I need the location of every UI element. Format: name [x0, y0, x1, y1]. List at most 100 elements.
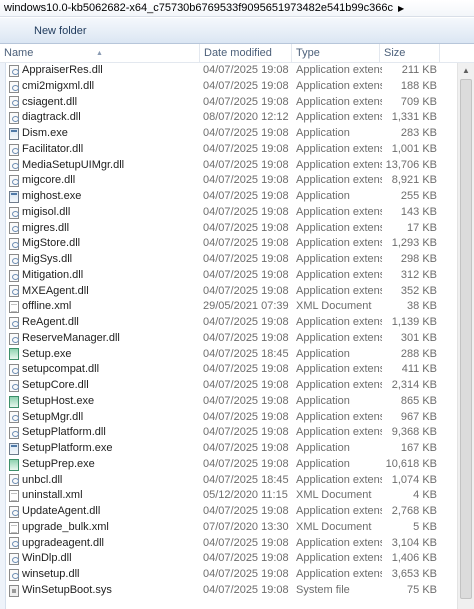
dll-icon [9, 96, 19, 109]
file-row[interactable]: WinSetupBoot.sys 04/07/2025 19:08 System f… [0, 583, 474, 599]
file-row[interactable]: mighost.exe 04/07/2025 19:08 Application 25… [0, 189, 474, 205]
scroll-up-icon[interactable]: ▲ [458, 63, 474, 78]
file-name-cell[interactable]: AppraiserRes.dll [6, 63, 196, 79]
file-name-cell[interactable]: upgrade_bulk.xml [6, 520, 196, 536]
file-row[interactable]: SetupPlatform.dll 04/07/2025 19:08 Applica… [0, 425, 474, 441]
dll-icon [9, 316, 19, 329]
file-row[interactable]: csiagent.dll 04/07/2025 19:08 Application … [0, 95, 474, 111]
file-name-cell[interactable]: SetupPrep.exe [6, 457, 196, 473]
breadcrumb-arrow-icon[interactable]: ▶ [398, 4, 404, 13]
file-row[interactable]: setupcompat.dll 04/07/2025 19:08 Applicati… [0, 362, 474, 378]
file-name-cell[interactable]: upgradeagent.dll [6, 536, 196, 552]
file-name-cell[interactable]: ReserveManager.dll [6, 331, 196, 347]
file-row[interactable]: unbcl.dll 04/07/2025 18:45 Application ext… [0, 473, 474, 489]
file-row[interactable]: SetupHost.exe 04/07/2025 19:08 Application… [0, 394, 474, 410]
file-name-cell[interactable]: Facilitator.dll [6, 142, 196, 158]
file-name-cell[interactable]: WinDlp.dll [6, 551, 196, 567]
file-name-cell[interactable]: winsetup.dll [6, 567, 196, 583]
new-folder-label: New folder [34, 24, 87, 37]
file-row[interactable]: ReAgent.dll 04/07/2025 19:08 Application e… [0, 315, 474, 331]
file-row[interactable]: ReserveManager.dll 04/07/2025 19:08 Applic… [0, 331, 474, 347]
vertical-scrollbar[interactable]: ▲ [457, 63, 474, 609]
file-size: 10,618 KB [385, 457, 437, 470]
file-name-cell[interactable]: Dism.exe [6, 126, 196, 142]
file-name-cell[interactable]: Mitigation.dll [6, 268, 196, 284]
file-row[interactable]: UpdateAgent.dll 04/07/2025 19:08 Applicati… [0, 504, 474, 520]
file-name-cell[interactable]: MediaSetupUIMgr.dll [6, 158, 196, 174]
file-row[interactable]: SetupPrep.exe 04/07/2025 19:08 Application… [0, 457, 474, 473]
file-type: Application extens... [296, 331, 382, 344]
file-row[interactable]: winsetup.dll 04/07/2025 19:08 Application … [0, 567, 474, 583]
file-name-cell[interactable]: migisol.dll [6, 205, 196, 221]
file-name-cell[interactable]: csiagent.dll [6, 95, 196, 111]
file-name-cell[interactable]: uninstall.xml [6, 488, 196, 504]
file-name-cell[interactable]: mighost.exe [6, 189, 196, 205]
file-row[interactable]: Facilitator.dll 04/07/2025 19:08 Applicati… [0, 142, 474, 158]
file-name-cell[interactable]: unbcl.dll [6, 473, 196, 489]
file-row[interactable]: MigSys.dll 04/07/2025 19:08 Application ex… [0, 252, 474, 268]
exe-icon [9, 127, 19, 140]
dll-icon [9, 206, 19, 219]
file-row[interactable]: MigStore.dll 04/07/2025 19:08 Application … [0, 236, 474, 252]
file-name-cell[interactable]: SetupCore.dll [6, 378, 196, 394]
file-name-cell[interactable]: ReAgent.dll [6, 315, 196, 331]
file-name-cell[interactable]: SetupPlatform.exe [6, 441, 196, 457]
file-row[interactable]: Dism.exe 04/07/2025 19:08 Application 283 K… [0, 126, 474, 142]
file-date: 04/07/2025 19:08 [203, 221, 289, 234]
file-size: 2,314 KB [391, 379, 437, 391]
file-row[interactable]: WinDlp.dll 04/07/2025 19:08 Application ex… [0, 551, 474, 567]
file-row[interactable]: Mitigation.dll 04/07/2025 19:08 Applicatio… [0, 268, 474, 284]
file-list: AppraiserRes.dll 04/07/2025 19:08 Applicat… [0, 63, 474, 599]
file-date: 04/07/2025 19:08 [203, 568, 289, 580]
file-row[interactable]: MediaSetupUIMgr.dll 04/07/2025 19:08 Appli… [0, 158, 474, 174]
file-name-cell[interactable]: MXEAgent.dll [6, 284, 196, 300]
scroll-thumb[interactable] [460, 79, 472, 599]
column-date-header[interactable]: Date modified [200, 44, 292, 63]
file-date: 04/07/2025 19:08 [203, 284, 289, 297]
file-name-cell[interactable]: SetupHost.exe [6, 394, 196, 410]
file-name: SetupCore.dll [22, 379, 89, 391]
file-name-cell[interactable]: WinSetupBoot.sys [6, 583, 196, 599]
column-type-header[interactable]: Type [292, 44, 380, 63]
file-row[interactable]: SetupPlatform.exe 04/07/2025 19:08 Applica… [0, 441, 474, 457]
file-row[interactable]: cmi2migxml.dll 04/07/2025 19:08 Applicatio… [0, 79, 474, 95]
new-folder-button[interactable]: New folder [2, 20, 93, 42]
file-row[interactable]: diagtrack.dll 08/07/2020 12:12 Application… [0, 110, 474, 126]
file-row[interactable]: upgradeagent.dll 04/07/2025 19:08 Applicat… [0, 536, 474, 552]
file-row[interactable]: migisol.dll 04/07/2025 19:08 Application e… [0, 205, 474, 221]
file-name-cell[interactable]: SetupPlatform.dll [6, 425, 196, 441]
file-name-cell[interactable]: migres.dll [6, 221, 196, 237]
file-row[interactable]: SetupCore.dll 04/07/2025 19:08 Application… [0, 378, 474, 394]
file-size: 143 KB [400, 205, 437, 218]
file-name-cell[interactable]: migcore.dll [6, 173, 196, 189]
file-name-cell[interactable]: MigStore.dll [6, 236, 196, 252]
file-name-cell[interactable]: cmi2migxml.dll [6, 79, 196, 95]
file-name-cell[interactable]: diagtrack.dll [6, 110, 196, 126]
column-name-header[interactable]: Name ▲ [0, 44, 200, 63]
file-name-cell[interactable]: offline.xml [6, 299, 196, 315]
column-size-header[interactable]: Size [380, 44, 440, 63]
file-row[interactable]: migcore.dll 04/07/2025 19:08 Application e… [0, 173, 474, 189]
file-name-cell[interactable]: Setup.exe [6, 347, 196, 363]
file-row[interactable]: MXEAgent.dll 04/07/2025 19:08 Application … [0, 284, 474, 300]
file-type: Application extens... [296, 473, 382, 486]
file-type: Application extens... [296, 253, 382, 265]
file-name-cell[interactable]: setupcompat.dll [6, 362, 196, 378]
address-bar[interactable]: windows10.0-kb5062682-x64_c75730b6769533… [0, 0, 474, 17]
file-row[interactable]: migres.dll 04/07/2025 19:08 Application ex… [0, 221, 474, 237]
file-name-cell[interactable]: SetupMgr.dll [6, 410, 196, 426]
file-row[interactable]: SetupMgr.dll 04/07/2025 19:08 Application … [0, 410, 474, 426]
file-row[interactable]: offline.xml 29/05/2021 07:39 XML Document 3… [0, 299, 474, 315]
address-path[interactable]: windows10.0-kb5062682-x64_c75730b6769533… [4, 2, 393, 14]
file-size: 1,001 KB [391, 142, 437, 155]
file-row[interactable]: Setup.exe 04/07/2025 18:45 Application 288 … [0, 347, 474, 363]
file-date: 04/07/2025 19:08 [203, 394, 289, 407]
file-row[interactable]: upgrade_bulk.xml 07/07/2020 13:30 XML Docu… [0, 520, 474, 536]
file-row[interactable]: uninstall.xml 05/12/2020 11:15 XML Documen… [0, 488, 474, 504]
file-name: uninstall.xml [22, 489, 83, 502]
file-name-cell[interactable]: UpdateAgent.dll [6, 504, 196, 520]
file-name: UpdateAgent.dll [22, 505, 101, 517]
file-row[interactable]: AppraiserRes.dll 04/07/2025 19:08 Applicat… [0, 63, 474, 79]
file-name-cell[interactable]: MigSys.dll [6, 252, 196, 268]
file-type: Application [296, 442, 350, 454]
